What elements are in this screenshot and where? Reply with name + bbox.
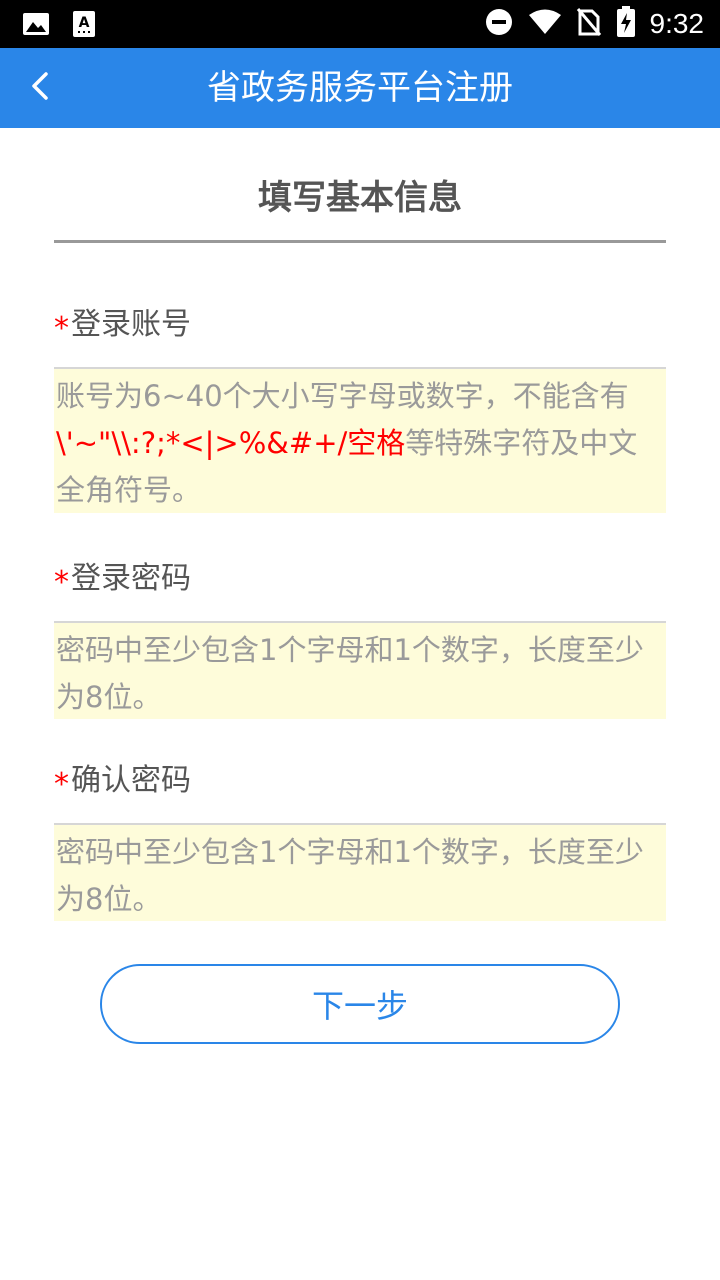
password-placeholder: 密码中至少包含1个字母和1个数字，长度至少为8位。 <box>56 633 644 714</box>
account-label: 登录账号 <box>71 307 191 342</box>
account-field-group: * 登录账号 账号为6~40个大小写字母或数字，不能含有 \'~"\\:?;*<|… <box>54 305 666 513</box>
status-bar-right: 9:32 <box>484 6 705 42</box>
password-field-group: * 登录密码 密码中至少包含1个字母和1个数字，长度至少为8位。 <box>54 559 666 719</box>
svg-text:A: A <box>79 15 90 31</box>
status-bar-left: A <box>22 10 96 42</box>
required-mark: * <box>54 311 69 346</box>
confirm-password-label: 确认密码 <box>71 763 191 798</box>
confirm-password-placeholder: 密码中至少包含1个字母和1个数字，长度至少为8位。 <box>56 835 644 916</box>
back-button[interactable] <box>12 60 68 116</box>
status-bar: A 9:32 <box>0 0 720 48</box>
status-time: 9:32 <box>649 8 705 39</box>
chevron-left-icon <box>28 70 52 106</box>
confirm-password-input[interactable]: 密码中至少包含1个字母和1个数字，长度至少为8位。 <box>54 823 666 921</box>
section-title: 填写基本信息 <box>258 178 462 218</box>
confirm-password-label-row: * 确认密码 <box>54 761 666 802</box>
app-bar: 省政务服务平台注册 <box>0 48 720 128</box>
page-title: 省政务服务平台注册 <box>207 68 513 108</box>
password-label: 登录密码 <box>71 561 191 596</box>
section-divider <box>54 240 666 243</box>
registration-form: 填写基本信息 * 登录账号 账号为6~40个大小写字母或数字，不能含有 \'~"\… <box>54 128 666 921</box>
battery-charging-icon <box>616 6 636 42</box>
keyboard-a-icon: A <box>72 10 96 42</box>
password-label-row: * 登录密码 <box>54 559 666 600</box>
password-input[interactable]: 密码中至少包含1个字母和1个数字，长度至少为8位。 <box>54 621 666 719</box>
wifi-icon <box>528 8 562 40</box>
next-step-button[interactable]: 下一步 <box>100 964 620 1044</box>
account-placeholder-part1: 账号为6~40个大小写字母或数字，不能含有 <box>56 379 629 413</box>
confirm-password-field-group: * 确认密码 密码中至少包含1个字母和1个数字，长度至少为8位。 <box>54 761 666 921</box>
account-label-row: * 登录账号 <box>54 305 666 346</box>
account-input[interactable]: 账号为6~40个大小写字母或数字，不能含有 \'~"\\:?;*<|>%&#+/空… <box>54 367 666 513</box>
image-icon <box>22 10 50 42</box>
required-mark: * <box>54 565 69 600</box>
required-mark: * <box>54 767 69 802</box>
account-placeholder-special-chars: \'~"\\:?;*<|>%&#+/空格 <box>56 426 406 460</box>
do-not-disturb-icon <box>484 7 514 41</box>
no-sim-icon <box>576 7 602 41</box>
